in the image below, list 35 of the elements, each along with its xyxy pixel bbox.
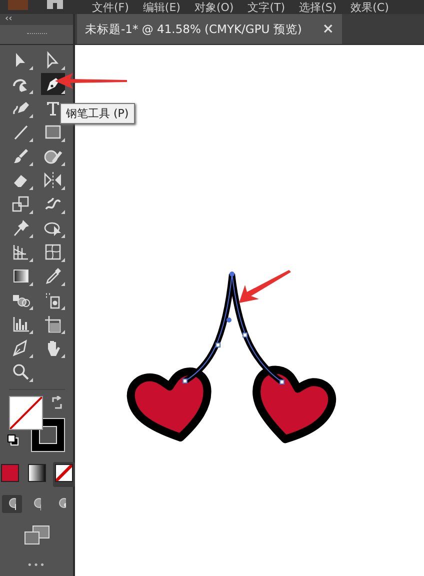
zoom-icon (10, 362, 30, 382)
menu-item[interactable]: 编辑(E) (142, 1, 180, 14)
default-colors-icon[interactable] (6, 434, 18, 446)
panel-grip[interactable] (26, 33, 46, 36)
pointer-arrow (55, 72, 127, 90)
draw-mode-icon (32, 497, 40, 511)
document-tab[interactable]: 未标题-1* @ 41.58% (CMYK/GPU 预览) × (77, 14, 342, 44)
tooltip: 钢笔工具 (P) (60, 103, 135, 124)
fill-swatch[interactable] (8, 396, 42, 430)
bar-graph-icon (10, 314, 30, 334)
close-button[interactable]: × (322, 21, 334, 37)
mesh-icon (42, 242, 62, 262)
color-button[interactable] (0, 464, 18, 482)
menu-item[interactable]: 选择(S) (299, 1, 337, 14)
draw-mode-icon (58, 497, 66, 511)
menu-item[interactable]: 文字(T) (248, 1, 286, 14)
gradient-button[interactable] (28, 464, 46, 482)
more-button[interactable]: ••• (27, 561, 46, 571)
draw-mode-button[interactable] (2, 495, 22, 513)
reflect-icon (42, 170, 62, 190)
pointer-arrow (239, 270, 291, 304)
home-icon[interactable] (45, 0, 65, 9)
menu-item[interactable]: 效果(C) (350, 1, 389, 14)
grid-icon (10, 242, 30, 262)
scale-icon (10, 194, 30, 214)
menu-item[interactable]: 对象(O) (194, 1, 234, 14)
artboard-icon (42, 314, 62, 334)
tool-button[interactable] (40, 73, 64, 95)
screen-mode-icon[interactable] (24, 525, 50, 545)
none-button[interactable] (54, 464, 72, 482)
draw-mode-icon (8, 497, 16, 511)
menu-item[interactable]: 文件(F) (92, 1, 129, 14)
document-title: 未标题-1* @ 41.58% (CMYK/GPU 预览) (85, 22, 302, 36)
collapse-toggle[interactable]: ‹‹ (0, 14, 73, 25)
swap-icon[interactable] (50, 396, 62, 410)
